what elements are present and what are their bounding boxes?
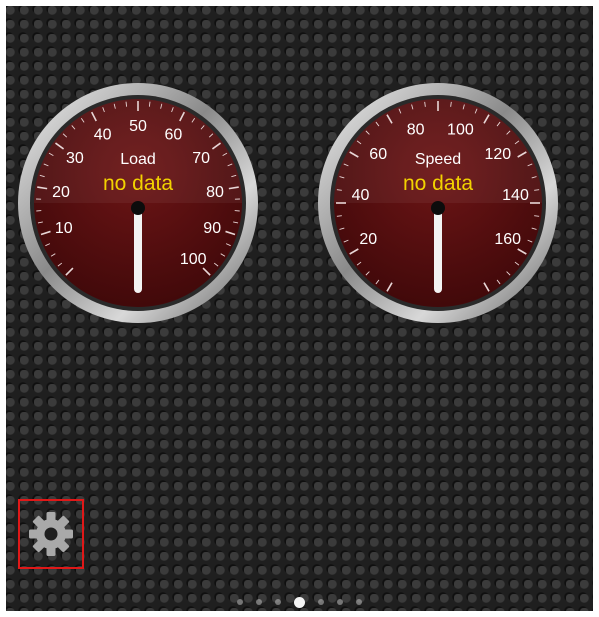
page-dot[interactable]	[356, 599, 362, 605]
load-needle	[134, 209, 142, 293]
page-dot[interactable]	[256, 599, 262, 605]
speed-tick-label: 40	[352, 187, 370, 204]
load-tick-label: 30	[66, 150, 84, 167]
page-dot-active[interactable]	[294, 596, 305, 608]
speed-tick-label: 120	[484, 146, 511, 163]
speed-needle-hub	[431, 201, 445, 215]
load-tick-label: 90	[203, 220, 221, 237]
speed-tick-label: 20	[359, 231, 377, 248]
page-indicator	[6, 594, 593, 610]
load-needle-hub	[131, 201, 145, 215]
load-tick-label: 60	[165, 127, 183, 144]
load-gauge-dial: 10 20 30 40 50 60 70 80 90 100 Load no data	[18, 83, 258, 323]
speed-gauge-dial: 20 40 60 80 100 120 140 160 Speed no data	[318, 83, 558, 323]
load-gauge-title: Load	[120, 151, 156, 168]
speed-needle	[434, 209, 442, 293]
page-dot[interactable]	[275, 599, 281, 605]
load-tick-label: 20	[52, 184, 70, 201]
load-gauge: 10 20 30 40 50 60 70 80 90 100 Load no data	[17, 82, 259, 324]
speed-tick-label: 140	[502, 187, 529, 204]
page-dot[interactable]	[337, 599, 343, 605]
load-tick-label: 100	[180, 251, 207, 268]
dashboard-screen: 10 20 30 40 50 60 70 80 90 100 Load no data	[6, 6, 593, 611]
settings-button[interactable]	[18, 499, 84, 569]
load-tick-label: 70	[192, 150, 210, 167]
load-tick-label: 80	[206, 184, 224, 201]
speed-tick-label: 80	[407, 121, 425, 138]
speed-tick-label: 60	[369, 146, 387, 163]
load-gauge-value: no data	[103, 172, 173, 195]
page-dot[interactable]	[237, 599, 243, 605]
load-tick-label: 40	[94, 127, 112, 144]
load-tick-mark	[125, 101, 128, 107]
speed-tick-label: 100	[447, 121, 474, 138]
speed-tick-label: 160	[494, 231, 521, 248]
load-tick-label: 50	[129, 118, 147, 135]
speed-gauge-value: no data	[403, 172, 473, 195]
speed-gauge: 20 40 60 80 100 120 140 160 Speed no data	[317, 82, 559, 324]
page-dot[interactable]	[318, 599, 324, 605]
speed-gauge-title: Speed	[415, 151, 461, 168]
gear-icon	[29, 512, 73, 556]
load-tick-label: 10	[55, 220, 73, 237]
load-tick-mark	[148, 101, 151, 107]
